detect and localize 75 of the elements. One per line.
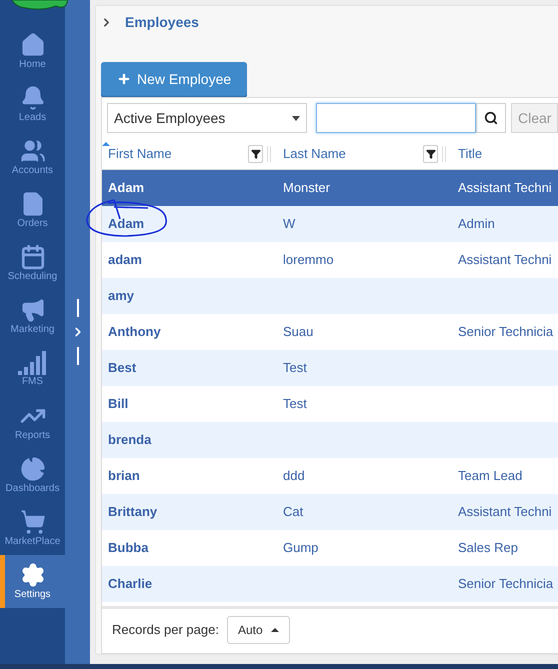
table-cell: W bbox=[283, 216, 296, 232]
table-row[interactable]: Brittany Cat Assistant Techni bbox=[102, 494, 558, 530]
logo-icon[interactable] bbox=[12, 0, 68, 11]
table-cell: Test bbox=[283, 396, 307, 412]
nav-item[interactable]: Orders bbox=[0, 184, 65, 237]
table-cell: amy bbox=[108, 288, 134, 304]
caret-up-icon bbox=[270, 628, 279, 632]
new-employee-button[interactable]: New Employee bbox=[101, 62, 248, 96]
column-filter-button[interactable] bbox=[423, 144, 438, 162]
signal-bars-icon bbox=[18, 351, 48, 375]
table-row[interactable]: Best Test bbox=[102, 350, 558, 386]
table-cell: Suau bbox=[283, 324, 314, 340]
table-cell: Assistant Techni bbox=[458, 180, 552, 196]
table-cell: Brittany bbox=[108, 504, 158, 520]
table-cell: Senior Technicia bbox=[458, 576, 554, 592]
breadcrumb[interactable]: Employees bbox=[125, 12, 199, 32]
table-cell: Charlie bbox=[108, 576, 152, 592]
table-row[interactable]: brenda bbox=[102, 422, 558, 458]
table-cell: brenda bbox=[108, 432, 152, 448]
table-cell: adam bbox=[108, 252, 142, 268]
table-cell: ddd bbox=[283, 468, 305, 484]
nav-item[interactable]: Settings bbox=[0, 555, 65, 608]
bell-icon bbox=[20, 85, 46, 111]
nav-item[interactable]: Leads bbox=[0, 78, 65, 131]
table-cell: Admin bbox=[458, 216, 495, 232]
pie-chart-icon bbox=[20, 456, 46, 482]
megaphone-icon bbox=[20, 297, 46, 323]
home-icon bbox=[20, 32, 46, 58]
nav-item[interactable]: Reports bbox=[0, 396, 65, 449]
table-cell: Senior Technicia bbox=[458, 324, 554, 340]
table-cell: Best bbox=[108, 360, 136, 376]
table-cell: Test bbox=[283, 360, 307, 376]
table-cell: Bubba bbox=[108, 540, 148, 556]
nav-item[interactable]: Marketing bbox=[0, 290, 65, 343]
nav-item[interactable]: Dashboards bbox=[0, 449, 65, 502]
search-icon bbox=[484, 111, 498, 125]
page-size-dropdown[interactable]: Auto bbox=[226, 616, 290, 644]
table-cell: Sales Rep bbox=[458, 540, 518, 556]
column-header[interactable]: Last Name bbox=[283, 144, 423, 164]
table-cell: loremmo bbox=[283, 252, 334, 268]
filter-icon bbox=[426, 148, 436, 158]
dropdown-caret-icon bbox=[292, 116, 300, 120]
nav-item[interactable]: Scheduling bbox=[0, 237, 65, 290]
table-cell: Assistant Techni bbox=[458, 504, 552, 520]
nav-item[interactable]: FMS bbox=[0, 343, 65, 396]
column-filter-button[interactable] bbox=[248, 144, 263, 162]
sort-ascending-icon bbox=[102, 142, 110, 146]
calendar-icon bbox=[20, 244, 46, 270]
table-cell: Bill bbox=[108, 396, 128, 412]
nav-item[interactable]: MarketPlace bbox=[0, 502, 65, 555]
nav-item[interactable]: Home bbox=[0, 25, 65, 78]
users-icon bbox=[20, 138, 46, 164]
table-cell: Assistant Techni bbox=[458, 252, 552, 268]
records-per-page-label: Records per page: bbox=[112, 620, 219, 639]
nav-item[interactable]: Accounts bbox=[0, 131, 65, 184]
filter-icon bbox=[250, 148, 260, 158]
search-field[interactable] bbox=[316, 103, 476, 133]
table-row[interactable]: Adam W Admin bbox=[102, 206, 558, 242]
table-cell: Team Lead bbox=[458, 468, 522, 484]
table-row[interactable]: Charlie Senior Technicia bbox=[102, 566, 558, 602]
table-cell: Monster bbox=[283, 180, 330, 196]
plus-icon bbox=[117, 72, 131, 86]
table-cell: Anthony bbox=[108, 324, 161, 340]
table-cell: brian bbox=[108, 468, 140, 484]
column-header[interactable]: Title bbox=[458, 144, 558, 164]
table-cell: Adam bbox=[108, 216, 144, 232]
column-header[interactable]: First Name bbox=[108, 144, 248, 164]
table-cell: Gump bbox=[283, 540, 318, 556]
table-cell: Cat bbox=[283, 504, 304, 520]
table-row[interactable]: Adam Monster Assistant Techni bbox=[102, 170, 558, 206]
table-row[interactable]: amy bbox=[102, 278, 558, 314]
search-button[interactable] bbox=[476, 103, 506, 133]
filter-dropdown[interactable]: Active Employees bbox=[107, 103, 307, 133]
table-cell: Adam bbox=[108, 180, 144, 196]
cart-icon bbox=[20, 509, 46, 535]
